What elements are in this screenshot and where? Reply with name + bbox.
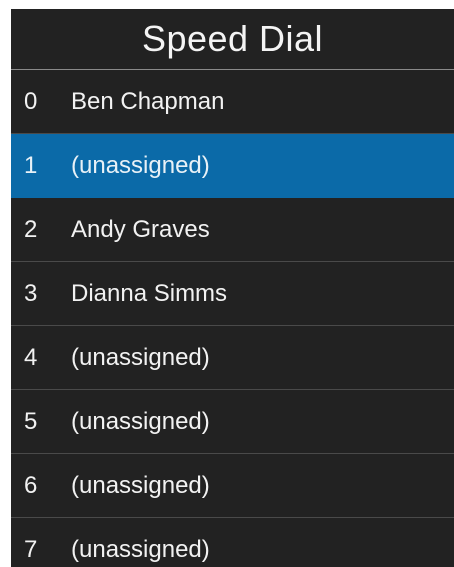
- page-title: Speed Dial: [11, 9, 454, 70]
- contact-name: Ben Chapman: [71, 87, 225, 115]
- contact-name: (unassigned): [71, 535, 210, 563]
- slot-number: 2: [24, 215, 38, 243]
- contact-name: Dianna Simms: [71, 279, 228, 307]
- speed-dial-row-1[interactable]: 1 (unassigned): [11, 134, 454, 198]
- speed-dial-row-5[interactable]: 5 (unassigned): [11, 390, 454, 454]
- slot-number: 4: [24, 343, 38, 371]
- speed-dial-row-3[interactable]: 3 Dianna Simms: [11, 262, 454, 326]
- contact-name: Andy Graves: [71, 215, 210, 243]
- speed-dial-panel: Speed Dial 0 Ben Chapman 1 (unassigned) …: [11, 9, 454, 567]
- speed-dial-row-6[interactable]: 6 (unassigned): [11, 454, 454, 518]
- slot-number: 1: [24, 151, 38, 179]
- slot-number: 7: [24, 535, 38, 563]
- contact-name: (unassigned): [71, 471, 210, 499]
- speed-dial-list: 0 Ben Chapman 1 (unassigned) 2 Andy Grav…: [11, 70, 454, 567]
- slot-number: 5: [24, 407, 38, 435]
- speed-dial-row-7[interactable]: 7 (unassigned): [11, 518, 454, 567]
- slot-number: 6: [24, 471, 38, 499]
- slot-number: 3: [24, 279, 38, 307]
- contact-name: (unassigned): [71, 407, 210, 435]
- speed-dial-row-2[interactable]: 2 Andy Graves: [11, 198, 454, 262]
- contact-name: (unassigned): [71, 151, 210, 179]
- slot-number: 0: [24, 87, 38, 115]
- contact-name: (unassigned): [71, 343, 210, 371]
- speed-dial-row-0[interactable]: 0 Ben Chapman: [11, 70, 454, 134]
- speed-dial-row-4[interactable]: 4 (unassigned): [11, 326, 454, 390]
